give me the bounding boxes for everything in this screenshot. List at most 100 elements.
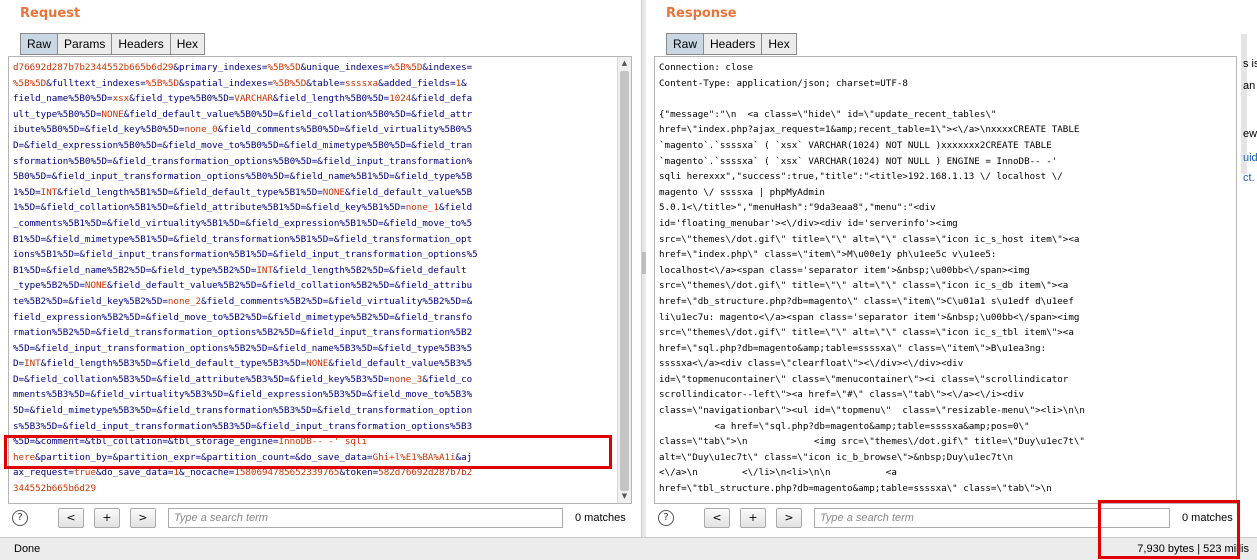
param-name: &field_length%5B2%5D=&field_default — [273, 264, 467, 276]
scroll-up-icon[interactable]: ▲ — [620, 59, 629, 68]
previous-match-button[interactable]: < — [704, 508, 730, 528]
request-line: %5B%5D&fulltext_indexes=%5B%5D&spatial_i… — [13, 76, 478, 92]
param-name: &added_fields= — [378, 77, 456, 89]
request-line: 5D=&field_mimetype%5B3%5D=&field_transfo… — [13, 403, 478, 419]
help-icon[interactable]: ? — [658, 510, 674, 526]
param-value: NONE — [322, 186, 345, 198]
edge-text: s is — [1243, 58, 1257, 70]
param-name: 1%5D=&field_collation%5B1%5D=&field_attr… — [13, 202, 406, 214]
param-name: &aj — [455, 451, 473, 463]
response-line: Content-Type: application/json; charset=… — [659, 77, 908, 89]
request-tabs: Raw Params Headers Hex — [20, 33, 206, 55]
param-name: &field_type%5B0%5D= — [129, 93, 235, 105]
tab-headers[interactable]: Headers — [703, 33, 762, 55]
request-line: mments%5B3%5D=&field_virtuality%5B3%5D=&… — [13, 387, 478, 403]
request-line: _comments%5B1%5D=&field_virtuality%5B1%5… — [13, 216, 478, 232]
edge-link[interactable]: ct. — [1243, 172, 1255, 184]
response-line: src=\"themes\/dot.gif\" title=\"\" alt=\… — [659, 233, 1080, 245]
scroll-thumb[interactable] — [620, 71, 629, 491]
param-value: %5B%5D — [145, 77, 179, 89]
response-line: <\/a>\n <\/li>\n<li>\n\n <a — [659, 467, 897, 479]
tab-hex[interactable]: Hex — [169, 33, 206, 55]
edge-link[interactable]: uid — [1243, 152, 1257, 164]
request-line: ult_type%5B0%5D=NONE&field_default_value… — [13, 107, 478, 123]
param-name: &field_comments%5B2%5D=&field_virtuality… — [201, 295, 473, 307]
tab-headers[interactable]: Headers — [111, 33, 170, 55]
request-body[interactable]: d76692d287b7b2344552b665b6d29&primary_in… — [13, 60, 478, 497]
param-value: %5B%5D — [267, 62, 301, 73]
response-line: href=\"index.php\" class=\"item\">M\u00e… — [659, 249, 997, 261]
response-body[interactable]: Connection: close Content-Type: applicati… — [659, 60, 1085, 497]
status-bar: Done 7,930 bytes | 523 millis — [0, 537, 1257, 560]
param-name: & — [461, 77, 467, 89]
request-line: 1%5D=&field_collation%5B1%5D=&field_attr… — [13, 200, 478, 216]
response-line: class=\"navigationbar\"><ul id=\"topmenu… — [659, 405, 1085, 417]
param-name: &do_save_data= — [96, 467, 174, 479]
param-name: &field_default_value%5B3%5 — [328, 358, 473, 370]
response-line: id='floating_menubar'><\/div><div id='se… — [659, 217, 958, 229]
param-name: ult_type%5B0%5D= — [13, 108, 102, 120]
request-line: here&partition_by=&partition_expr=&parti… — [13, 450, 478, 466]
request-scrollbar[interactable]: ▲ ▼ — [617, 57, 631, 503]
tab-hex[interactable]: Hex — [761, 33, 797, 55]
request-line: sformation%5B0%5D=&field_transformation_… — [13, 154, 478, 170]
request-editor[interactable]: d76692d287b7b2344552b665b6d29&primary_in… — [8, 56, 632, 504]
response-search-input[interactable]: Type a search term — [814, 508, 1170, 528]
param-name: &field — [438, 202, 473, 214]
request-panel: Request Raw Params Headers Hex d76692d28… — [0, 0, 642, 537]
tab-raw[interactable]: Raw — [20, 33, 58, 55]
add-button[interactable]: + — [94, 508, 120, 528]
request-search-bar: ? < + > Type a search term 0 matches — [8, 506, 626, 530]
param-value: 582d76692d287b7b2 — [378, 467, 473, 479]
response-line: href=\"tbl_structure.php?db=magento&amp;… — [659, 483, 1052, 495]
param-name: D= — [13, 358, 25, 370]
request-line: 344552b665b6d29 — [13, 481, 478, 497]
help-icon[interactable]: ? — [12, 510, 28, 526]
param-name: D=&field_collation%5B3%5D=&field_attribu… — [13, 373, 390, 385]
response-line: 5.0.1<\/title>","menuHash":"9da3eaa8","m… — [659, 202, 936, 214]
request-line: D=INT&field_length%5B3%5D=&field_default… — [13, 356, 478, 372]
param-name: sformation%5B0%5D=&field_transformation_… — [13, 155, 473, 167]
response-line: src=\"themes\/dot.gif\" title=\"\" alt=\… — [659, 327, 1074, 339]
response-viewer[interactable]: Connection: close Content-Type: applicati… — [654, 56, 1237, 504]
request-line: B1%5D=&field_mimetype%5B1%5D=&field_tran… — [13, 232, 478, 248]
edge-text: ew — [1243, 128, 1257, 140]
response-line: href=\"sql.php?db=magento&amp;table=ssss… — [659, 342, 1047, 354]
param-value: Ghi+l%E1%BA%A1i — [372, 451, 456, 463]
param-name: te%5B2%5D=&field_key%5B2%5D= — [13, 295, 168, 307]
next-match-button[interactable]: > — [130, 508, 156, 528]
request-line: _type%5B2%5D=NONE&field_default_value%5B… — [13, 278, 478, 294]
request-line: D=&field_expression%5B0%5D=&field_move_t… — [13, 138, 478, 154]
next-match-button[interactable]: > — [776, 508, 802, 528]
param-name: &spatial_indexes= — [178, 77, 274, 89]
param-name: &field_length%5B1%5D=&field_default_type… — [57, 186, 323, 198]
param-value: here — [13, 451, 36, 463]
param-name: ions%5B1%5D=&field_input_transformation%… — [13, 249, 478, 261]
previous-match-button[interactable]: < — [58, 508, 84, 528]
request-search-input[interactable]: Type a search term — [168, 508, 563, 528]
param-value: 1024 — [389, 93, 412, 105]
param-value: %5B%5D — [273, 77, 307, 89]
param-name: &token= — [339, 467, 379, 479]
request-line: s%5B3%5D=&field_input_transformation%5B3… — [13, 419, 478, 435]
tab-raw[interactable]: Raw — [666, 33, 704, 55]
request-line: ax_request=true&do_save_data=1&_nocache=… — [13, 465, 478, 481]
param-name: &indexes= — [422, 62, 473, 73]
response-line: ssssxa<\/a><div class=\"clearfloat\"><\/… — [659, 358, 964, 370]
param-name: D=&field_expression%5B0%5D=&field_move_t… — [13, 139, 473, 151]
param-name: &field_length%5B0%5D= — [273, 93, 390, 105]
add-button[interactable]: + — [740, 508, 766, 528]
scroll-down-icon[interactable]: ▼ — [620, 492, 629, 501]
response-line: localhost<\/a><span class='separator ite… — [659, 264, 1030, 276]
response-line: sqli herexxx","success":true,"title":"<t… — [659, 171, 1063, 183]
param-value: none_1 — [405, 202, 439, 214]
tab-params[interactable]: Params — [57, 33, 112, 55]
param-value: 1580694785652339765 — [234, 467, 340, 479]
param-value: d76692d287b7b2344552b665b6d29 — [13, 62, 174, 73]
response-line: id=\"topmenucontainer\" class=\"menucont… — [659, 373, 1069, 385]
param-name: &field_defa — [411, 93, 473, 105]
param-name: field_name%5B0%5D= — [13, 93, 113, 105]
param-name: &field_default_value%5B2%5D=&field_colla… — [107, 280, 473, 292]
request-line: ibute%5B0%5D=&field_key%5B0%5D=none_0&fi… — [13, 122, 478, 138]
response-match-count: 0 matches — [1182, 512, 1233, 524]
